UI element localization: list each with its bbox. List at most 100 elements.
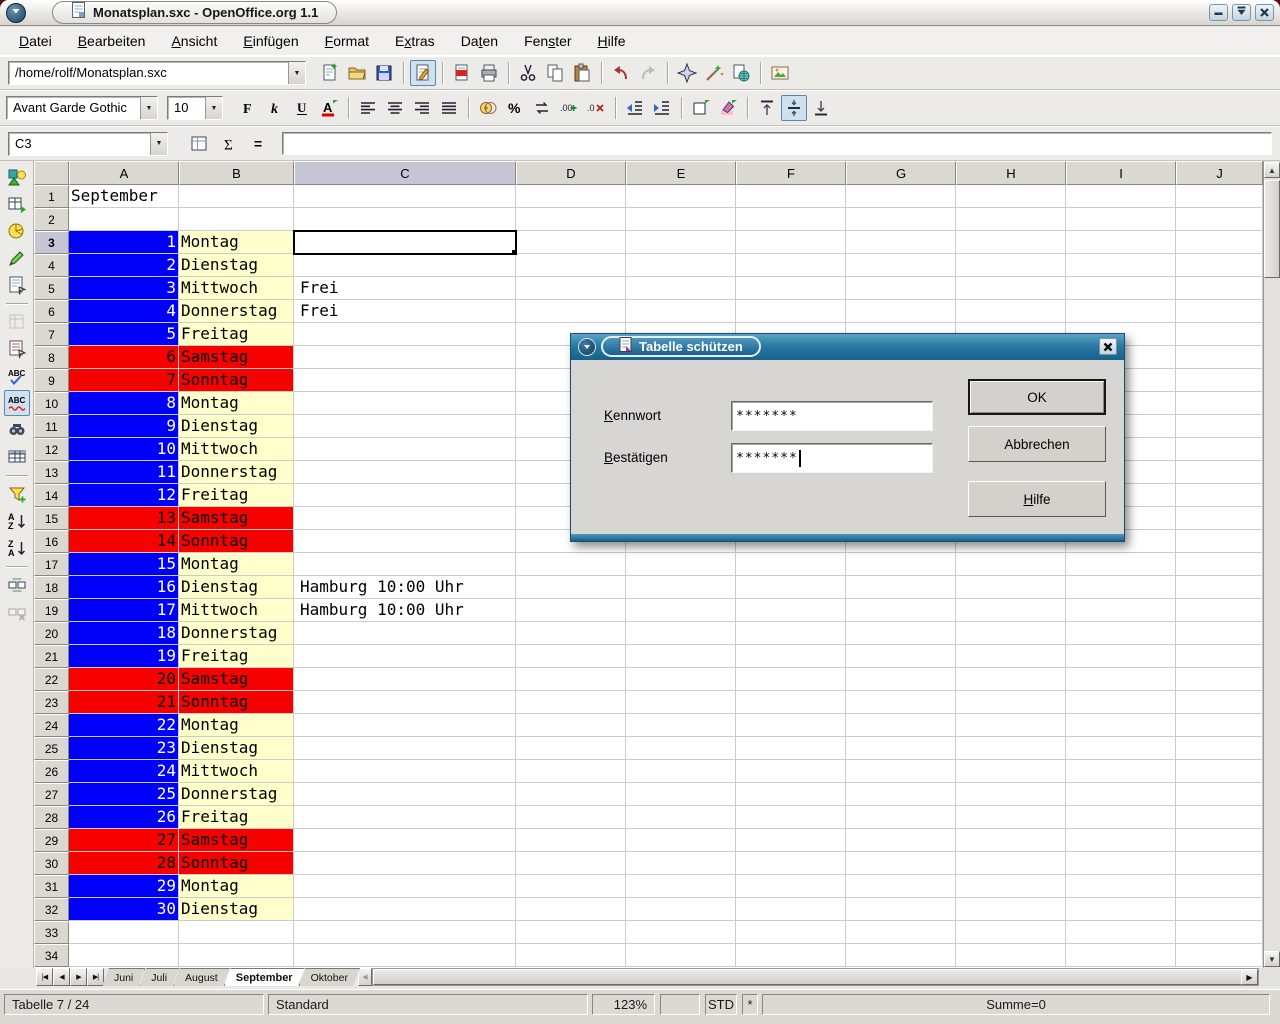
cell-D23[interactable] — [516, 691, 626, 714]
cell-D28[interactable] — [516, 806, 626, 829]
navigator-button[interactable] — [674, 60, 700, 86]
cell-C28[interactable] — [294, 806, 516, 829]
autofilter-button[interactable] — [4, 481, 30, 507]
cell-J32[interactable] — [1176, 898, 1263, 921]
cell-I28[interactable] — [1066, 806, 1176, 829]
cell-C18[interactable]: Hamburg 10:00 Uhr — [294, 576, 516, 599]
cell-H33[interactable] — [956, 921, 1066, 944]
cell-H27[interactable] — [956, 783, 1066, 806]
autoformat-button[interactable] — [4, 336, 30, 362]
cell-B1[interactable] — [179, 185, 294, 208]
cell-D2[interactable] — [516, 208, 626, 231]
cell-C13[interactable] — [294, 461, 516, 484]
cell-I29[interactable] — [1066, 829, 1176, 852]
cell-F25[interactable] — [736, 737, 846, 760]
cell-J19[interactable] — [1176, 599, 1263, 622]
cell-J1[interactable] — [1176, 185, 1263, 208]
cell-B2[interactable] — [179, 208, 294, 231]
cell-F18[interactable] — [736, 576, 846, 599]
find-replace-button[interactable] — [4, 417, 30, 443]
cell-D24[interactable] — [516, 714, 626, 737]
horizontal-scroll-thumb[interactable] — [373, 969, 1249, 985]
row-header-14[interactable]: 14 — [34, 484, 69, 507]
paste-button[interactable] — [569, 60, 595, 86]
empty-field[interactable] — [660, 994, 700, 1015]
cell-A27[interactable]: 25 — [69, 783, 179, 806]
horizontal-scrollbar[interactable]: ▶ — [372, 968, 1259, 986]
cell-I4[interactable] — [1066, 254, 1176, 277]
cell-C29[interactable] — [294, 829, 516, 852]
cell-J16[interactable] — [1176, 530, 1263, 553]
cell-H34[interactable] — [956, 944, 1066, 967]
dialog-menu-button[interactable] — [578, 338, 596, 356]
cell-H17[interactable] — [956, 553, 1066, 576]
font-color-button[interactable]: A — [316, 95, 342, 121]
cell-D33[interactable] — [516, 921, 626, 944]
cell-E29[interactable] — [626, 829, 736, 852]
chevron-down-icon[interactable]: ▼ — [205, 97, 222, 119]
cell-G27[interactable] — [846, 783, 956, 806]
cell-I3[interactable] — [1066, 231, 1176, 254]
dialog-close-icon[interactable] — [1099, 338, 1117, 355]
row-header-3[interactable]: 3 — [34, 231, 69, 254]
column-header-I[interactable]: I — [1066, 161, 1176, 185]
cell-H3[interactable] — [956, 231, 1066, 254]
previous-sheet-icon[interactable]: ◀ — [53, 968, 70, 986]
cell-G31[interactable] — [846, 875, 956, 898]
cell-D4[interactable] — [516, 254, 626, 277]
cell-A5[interactable]: 3 — [69, 277, 179, 300]
cell-F6[interactable] — [736, 300, 846, 323]
cell-B25[interactable]: Dienstag — [179, 737, 294, 760]
cell-D17[interactable] — [516, 553, 626, 576]
row-header-31[interactable]: 31 — [34, 875, 69, 898]
cell-I22[interactable] — [1066, 668, 1176, 691]
cell-G29[interactable] — [846, 829, 956, 852]
cell-A21[interactable]: 19 — [69, 645, 179, 668]
cell-E25[interactable] — [626, 737, 736, 760]
cell-D21[interactable] — [516, 645, 626, 668]
cell-F19[interactable] — [736, 599, 846, 622]
cell-C14[interactable] — [294, 484, 516, 507]
cell-D30[interactable] — [516, 852, 626, 875]
cell-C6[interactable]: Frei — [294, 300, 516, 323]
cell-B33[interactable] — [179, 921, 294, 944]
insert-chart-button[interactable] — [4, 218, 30, 244]
cell-B3[interactable]: Montag — [179, 231, 294, 254]
align-center-button[interactable] — [382, 95, 408, 121]
cell-C32[interactable] — [294, 898, 516, 921]
cell-F2[interactable] — [736, 208, 846, 231]
standard-format-button[interactable] — [529, 95, 555, 121]
cell-D32[interactable] — [516, 898, 626, 921]
menu-datei[interactable]: Datei — [6, 28, 65, 54]
cell-B17[interactable]: Montag — [179, 553, 294, 576]
cell-A4[interactable]: 2 — [69, 254, 179, 277]
cell-I20[interactable] — [1066, 622, 1176, 645]
cell-D27[interactable] — [516, 783, 626, 806]
cell-E5[interactable] — [626, 277, 736, 300]
cell-A29[interactable]: 27 — [69, 829, 179, 852]
cell-C20[interactable] — [294, 622, 516, 645]
cell-D20[interactable] — [516, 622, 626, 645]
row-header-4[interactable]: 4 — [34, 254, 69, 277]
cell-G28[interactable] — [846, 806, 956, 829]
cell-J31[interactable] — [1176, 875, 1263, 898]
sheet-tab-september[interactable]: September — [224, 968, 305, 986]
cell-E20[interactable] — [626, 622, 736, 645]
cell-F20[interactable] — [736, 622, 846, 645]
column-header-A[interactable]: A — [69, 161, 179, 185]
gallery-button[interactable] — [767, 60, 793, 86]
row-header-21[interactable]: 21 — [34, 645, 69, 668]
cell-G5[interactable] — [846, 277, 956, 300]
cell-C21[interactable] — [294, 645, 516, 668]
cell-J11[interactable] — [1176, 415, 1263, 438]
column-header-J[interactable]: J — [1176, 161, 1263, 185]
cell-E31[interactable] — [626, 875, 736, 898]
cell-G30[interactable] — [846, 852, 956, 875]
cell-J20[interactable] — [1176, 622, 1263, 645]
cell-B34[interactable] — [179, 944, 294, 967]
open-button[interactable] — [344, 60, 370, 86]
cell-A14[interactable]: 12 — [69, 484, 179, 507]
cell-D34[interactable] — [516, 944, 626, 967]
active-cell-C3[interactable] — [294, 231, 516, 254]
edit-file-button[interactable] — [410, 60, 436, 86]
